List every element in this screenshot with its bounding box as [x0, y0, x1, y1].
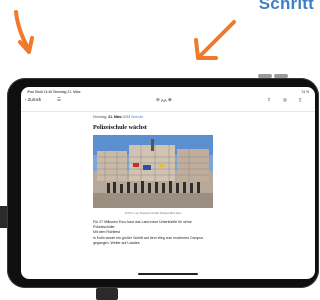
tablet-frame: iPad Stadt 14:46 Dienstag 21. März 74 % … [7, 78, 319, 288]
share-button[interactable]: ⇪ [267, 97, 271, 103]
minus-icon[interactable]: ⊖ [156, 97, 160, 103]
sidebar-button[interactable]: ☰ [57, 97, 61, 103]
back-button[interactable]: ‹ Zurück [25, 97, 41, 102]
text-size-label[interactable]: AA [161, 98, 167, 103]
tablet-screen: iPad Stadt 14:46 Dienstag 21. März 74 % … [21, 87, 315, 279]
bookmark-icon: ▯ [299, 97, 302, 102]
photo-caption: FOTO: Leo Roeder/ob Mar Weiker/dPa idpo [124, 211, 182, 215]
home-indicator[interactable] [138, 273, 198, 275]
battery-indicator: 74 % [301, 90, 309, 94]
chevron-left-icon: ‹ [25, 97, 27, 102]
status-time: iPad Stadt 14:46 Dienstag 21. März [27, 90, 81, 94]
reader-toolbar: ‹ Zurück ☰ ⊖ AA ⊕ ⇪ ◎ ▯ [21, 97, 315, 108]
article-meta: Dienstag, 21. März 2023 Website [93, 115, 144, 119]
article-body: Für 27 Millionen Euro baut das Land neue… [93, 220, 204, 245]
building-photo [93, 135, 213, 208]
status-bar: iPad Stadt 14:46 Dienstag 21. März 74 % [27, 90, 309, 94]
arrow-down-icon [14, 10, 34, 54]
sidebar-icon: ☰ [57, 97, 61, 102]
safari-icon: ◎ [283, 97, 287, 102]
safari-button[interactable]: ◎ [283, 97, 287, 103]
text-size-controls: ⊖ AA ⊕ [156, 97, 172, 103]
plus-icon[interactable]: ⊕ [168, 97, 172, 103]
share-icon: ⇪ [267, 97, 271, 102]
article: Dienstag, 21. März 2023 Website Polizeis… [93, 115, 253, 246]
bookmark-button[interactable]: ▯ [299, 97, 301, 103]
site-link[interactable]: Website [131, 115, 143, 119]
article-headline: Polizeischule wächst [93, 124, 147, 131]
banner-title: Schritt [258, 0, 314, 13]
article-photo [93, 135, 213, 208]
arrow-diagonal-icon [194, 20, 236, 60]
charging-cable [96, 288, 118, 300]
toolbar-divider [21, 111, 315, 112]
